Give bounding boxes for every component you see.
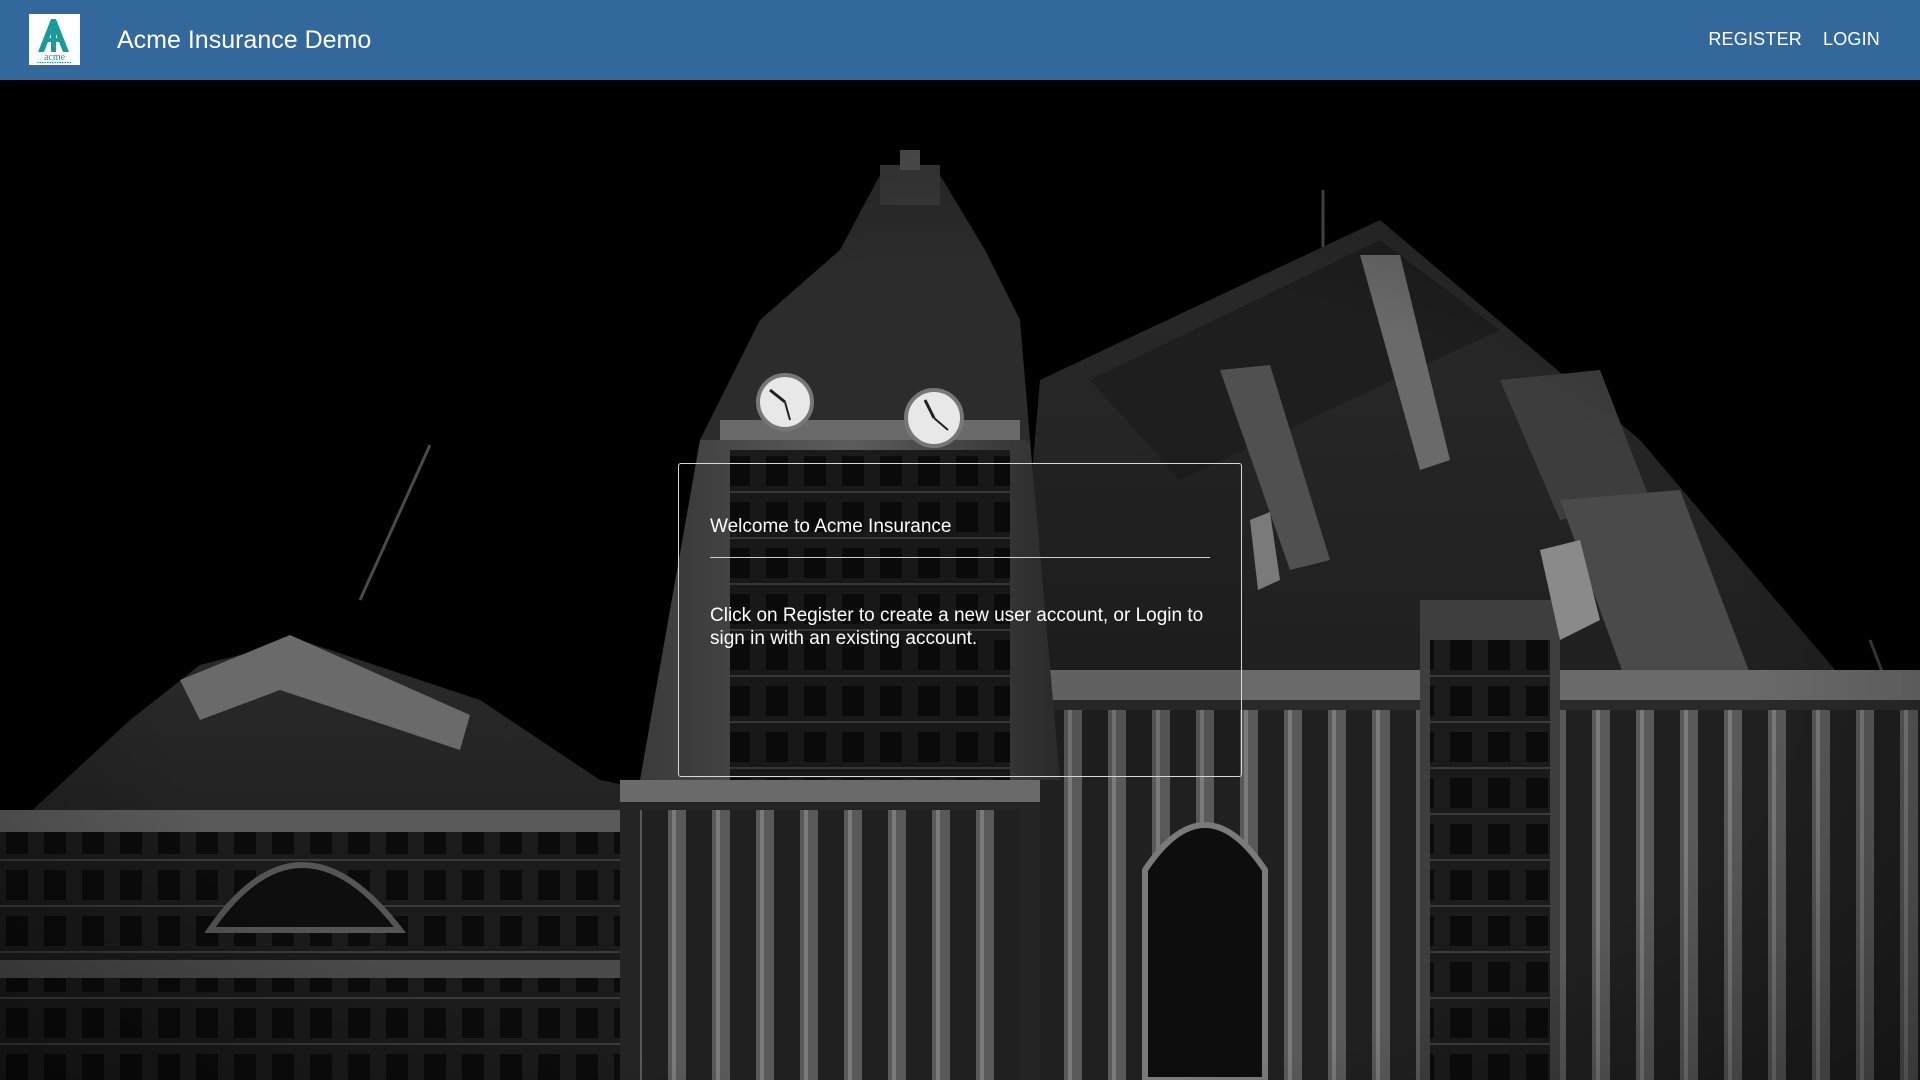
welcome-message: Click on Register to create a new user a… bbox=[710, 605, 1204, 649]
acme-logo: acme bbox=[29, 14, 80, 65]
hero-background: Welcome to Acme Insurance Click on Regis… bbox=[0, 80, 1920, 1080]
header-nav: REGISTER LOGIN bbox=[1708, 27, 1880, 51]
login-link[interactable]: LOGIN bbox=[1823, 27, 1880, 51]
welcome-title: Welcome to Acme Insurance bbox=[710, 516, 952, 537]
app-title: Acme Insurance Demo bbox=[117, 26, 372, 54]
svg-text:acme: acme bbox=[44, 52, 66, 63]
welcome-card: Welcome to Acme Insurance Click on Regis… bbox=[678, 463, 1242, 777]
register-link[interactable]: REGISTER bbox=[1708, 27, 1802, 51]
top-app-bar: acme Acme Insurance Demo REGISTER LOGIN bbox=[0, 0, 1920, 80]
card-divider bbox=[710, 557, 1210, 558]
